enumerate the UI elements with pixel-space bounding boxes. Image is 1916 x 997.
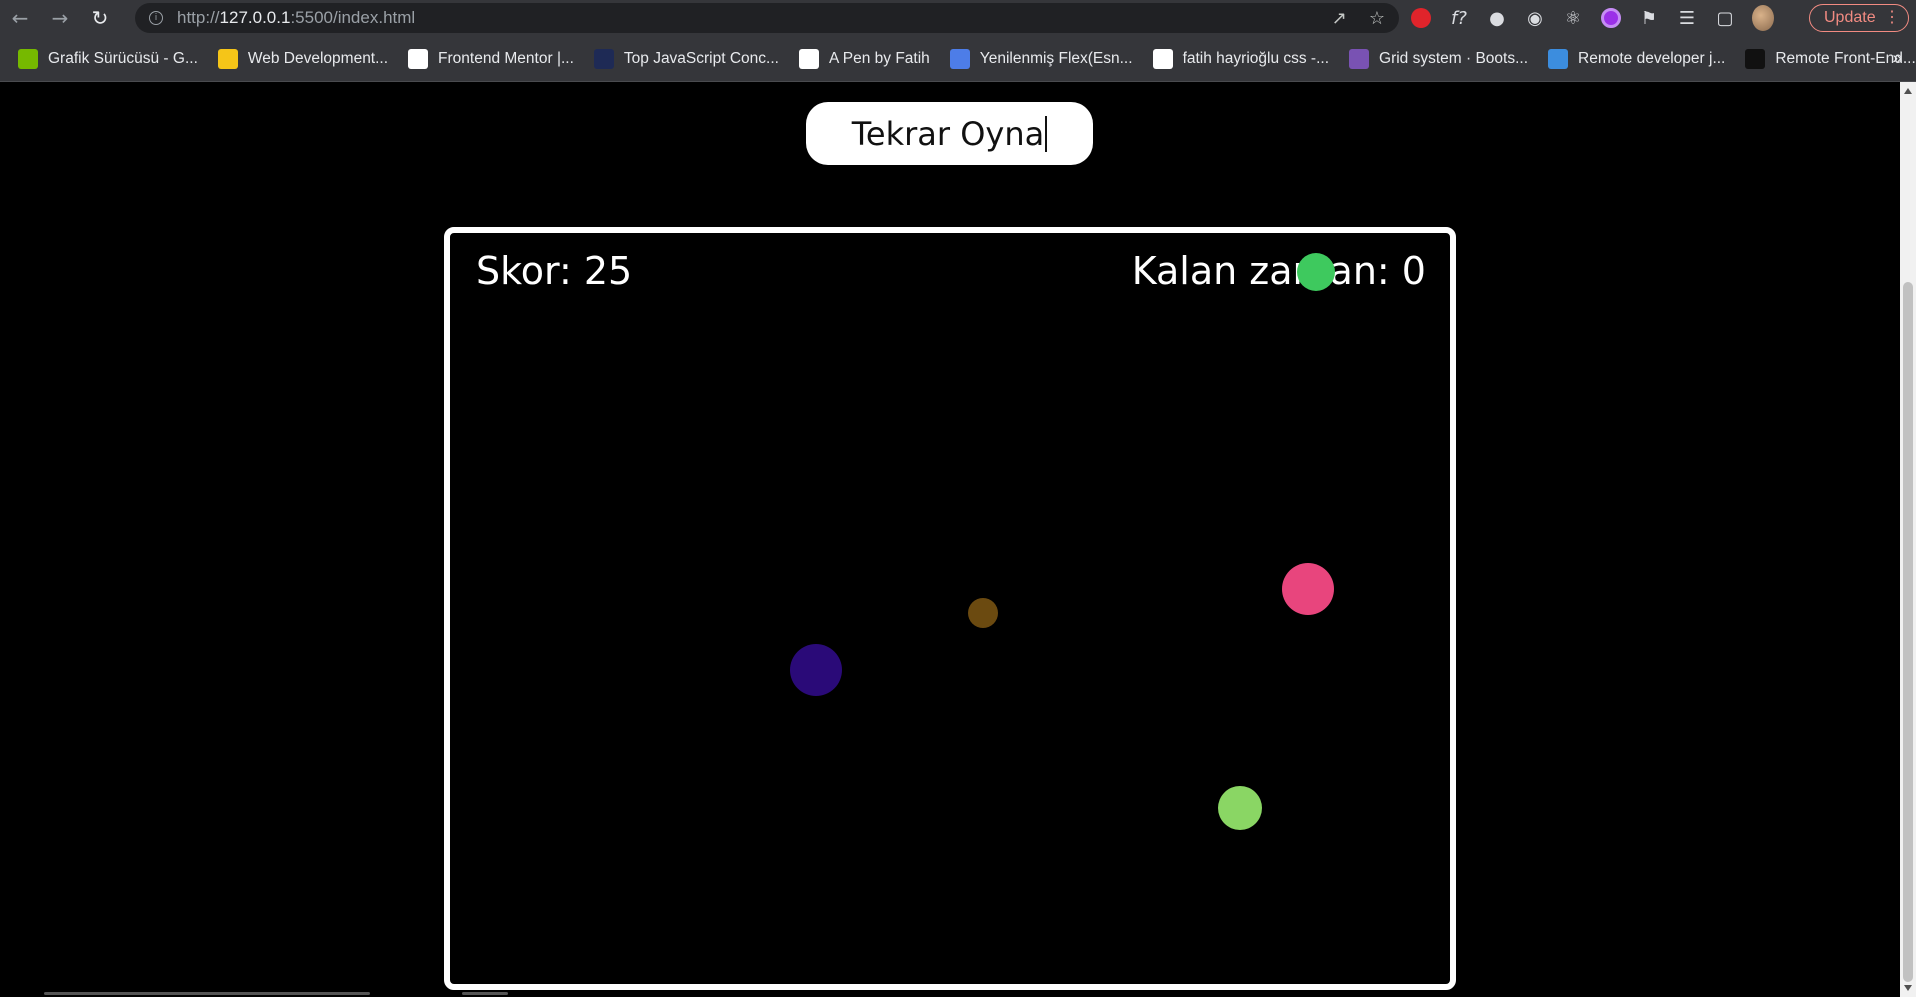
browser-toolbar: ← → ↻ i http://127.0.0.1:5500/index.html… [0,0,1916,36]
bookmark-star-icon[interactable]: ☆ [1369,8,1385,29]
bookmark-item[interactable]: Top JavaScript Conc... [593,48,779,69]
scrollbar-thumb[interactable] [462,992,508,995]
extension-drop-icon[interactable]: ● [1486,7,1508,29]
nvidia-icon [18,48,38,69]
web-dev-icon [217,48,238,69]
scroll-down-arrow-icon[interactable] [1904,985,1912,991]
url-text: http://127.0.0.1:5500/index.html [177,8,416,27]
site-info-icon[interactable]: i [149,11,163,25]
extension-function-icon[interactable]: f? [1448,7,1470,29]
vertical-scrollbar[interactable] [1900,82,1916,997]
address-bar[interactable]: i http://127.0.0.1:5500/index.html ↗ ☆ [135,3,1399,33]
bookmark-item[interactable]: Remote developer j... [1548,48,1726,69]
bookmark-label: fatih hayrioğlu css -... [1182,49,1330,67]
forward-arrow-icon[interactable]: → [40,0,80,36]
hand-icon [949,48,970,69]
horizontal-scrollbar[interactable] [0,990,1900,997]
remote-icon [1548,48,1569,69]
bookmarks-bar: Grafik Sürücüsü - G... Web Development...… [0,36,1916,82]
update-button[interactable]: Update ⋮ [1809,4,1909,32]
extension-red-icon[interactable] [1410,7,1432,29]
back-arrow-icon[interactable]: ← [0,0,40,36]
ball[interactable] [790,644,842,696]
scrollbar-thumb[interactable] [44,992,370,995]
bookmark-label: Yenilenmiş Flex(Esn... [979,49,1133,67]
bookmark-item[interactable]: Yenilenmiş Flex(Esn... [949,48,1133,69]
bookmark-label: Grid system · Boots... [1379,49,1529,67]
time-remaining-display: Kalan zaman: 0 [1131,249,1426,293]
bookmarks-overflow-icon[interactable]: » [1893,48,1902,68]
avatar[interactable] [1752,5,1774,31]
frontend-mentor-icon [408,48,429,69]
bookmark-item[interactable]: Grid system · Boots... [1349,48,1529,69]
bookmark-item[interactable]: A Pen by Fatih [798,48,930,69]
extension-purple-icon[interactable] [1600,7,1622,29]
camera-icon[interactable]: ◉ [1524,7,1546,29]
bookmark-label: Remote developer j... [1578,49,1726,67]
update-label: Update [1824,9,1876,26]
javascript-icon [593,48,614,69]
bookmark-label: A Pen by Fatih [828,49,930,67]
react-atom-icon[interactable]: ⚛ [1562,7,1584,29]
page-content: Tekrar Oyna Skor: 25 Kalan zaman: 0 [0,82,1900,997]
bookmark-label: Frontend Mentor |... [438,49,574,67]
ball[interactable] [1282,563,1334,615]
game-board[interactable]: Skor: 25 Kalan zaman: 0 [444,227,1456,990]
share-icon[interactable]: ↗ [1332,8,1347,29]
extensions-bar: f? ● ◉ ⚛ ⚑ ☰ ▢ [1410,0,1774,36]
bookmark-item[interactable]: Remote Front-End... [1745,48,1916,69]
restart-button[interactable]: Tekrar Oyna [806,102,1093,165]
bookmark-label: Grafik Sürücüsü - G... [48,49,198,67]
google-icon [1152,48,1173,69]
side-panel-icon[interactable]: ▢ [1714,7,1736,29]
scroll-up-arrow-icon[interactable] [1904,88,1912,94]
restart-label: Tekrar Oyna [851,114,1045,153]
bookmark-item[interactable]: Frontend Mentor |... [408,48,574,69]
bookmark-item[interactable]: Web Development... [217,48,389,69]
wwr-icon [1745,48,1766,69]
bookmark-item[interactable]: fatih hayrioğlu css -... [1152,48,1330,69]
reading-list-icon[interactable]: ☰ [1676,7,1698,29]
ball[interactable] [968,598,998,628]
menu-dots-icon[interactable]: ⋮ [1884,7,1900,27]
text-caret [1045,115,1048,152]
puzzle-extensions-icon[interactable]: ⚑ [1638,7,1660,29]
scrollbar-thumb[interactable] [1903,282,1913,982]
ball[interactable] [1297,253,1335,291]
bookmark-item[interactable]: Grafik Sürücüsü - G... [18,48,198,69]
codepen-icon [798,48,819,69]
reload-icon[interactable]: ↻ [80,0,120,36]
bootstrap-icon [1349,48,1370,69]
bookmark-label: Web Development... [247,49,389,67]
bookmark-label: Top JavaScript Conc... [623,49,779,67]
ball[interactable] [1218,786,1262,830]
score-display: Skor: 25 [476,249,633,293]
